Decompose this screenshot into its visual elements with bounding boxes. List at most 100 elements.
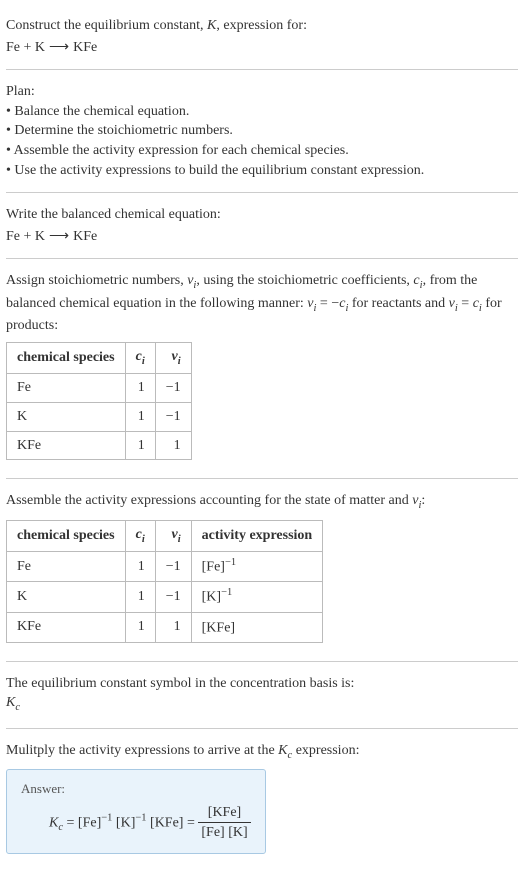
sub-i: i bbox=[142, 533, 145, 544]
table-header-row: chemical species ci νi activity expressi… bbox=[7, 520, 323, 551]
plan-heading: Plan: bbox=[6, 82, 518, 102]
fraction-numerator: [KFe] bbox=[198, 803, 250, 824]
plan-bullet: • Determine the stoichiometric numbers. bbox=[6, 121, 518, 141]
var-K: K bbox=[207, 18, 216, 33]
heading: Write the balanced chemical equation: bbox=[6, 205, 518, 225]
divider bbox=[6, 728, 518, 729]
species-fe: Fe bbox=[6, 229, 20, 244]
species-k: K bbox=[35, 229, 45, 244]
activity-heading: Assemble the activity expressions accoun… bbox=[6, 491, 518, 513]
table-header-row: chemical species ci νi bbox=[7, 342, 192, 373]
col-species: chemical species bbox=[7, 342, 126, 373]
col-c: ci bbox=[125, 342, 155, 373]
prompt-line: Construct the equilibrium constant, K, e… bbox=[6, 16, 518, 36]
text: , using the stoichiometric coefficients, bbox=[196, 273, 413, 288]
cell-species: K bbox=[7, 582, 126, 612]
table-row: K 1 −1 [K]−1 bbox=[7, 582, 323, 612]
sub-i: i bbox=[142, 356, 145, 367]
text: = − bbox=[316, 296, 339, 311]
cell-c: 1 bbox=[125, 612, 155, 642]
col-activity: activity expression bbox=[191, 520, 323, 551]
col-nu: νi bbox=[155, 342, 191, 373]
fraction: [KFe][Fe] [K] bbox=[198, 803, 250, 843]
var-K: K bbox=[49, 815, 58, 830]
activity-table: chemical species ci νi activity expressi… bbox=[6, 520, 323, 643]
arrow-icon: ⟶ bbox=[45, 229, 73, 244]
text: expression: bbox=[292, 743, 359, 758]
text: Assign stoichiometric numbers, bbox=[6, 273, 187, 288]
species-kfe: KFe bbox=[73, 229, 97, 244]
cell-nu: −1 bbox=[155, 582, 191, 612]
plan-bullet: • Balance the chemical equation. bbox=[6, 102, 518, 122]
base: [KFe] bbox=[202, 620, 235, 635]
table-row: Fe 1 −1 [Fe]−1 bbox=[7, 552, 323, 582]
table-row: KFe 1 1 bbox=[7, 431, 192, 460]
symbol-text: The equilibrium constant symbol in the c… bbox=[6, 674, 518, 694]
answer-label: Answer: bbox=[21, 780, 251, 798]
divider bbox=[6, 192, 518, 193]
cell-species: KFe bbox=[7, 431, 126, 460]
text: , expression for: bbox=[216, 18, 307, 33]
cell-nu: 1 bbox=[155, 612, 191, 642]
cell-nu: −1 bbox=[155, 374, 191, 403]
text: Mulitply the activity expressions to arr… bbox=[6, 743, 278, 758]
text: = bbox=[458, 296, 473, 311]
activity-section: Assemble the activity expressions accoun… bbox=[6, 483, 518, 657]
plan-bullet: • Assemble the activity expression for e… bbox=[6, 141, 518, 161]
arrow-icon: ⟶ bbox=[45, 40, 73, 55]
final-section: Mulitply the activity expressions to arr… bbox=[6, 733, 518, 868]
text: Assemble the activity expressions accoun… bbox=[6, 493, 412, 508]
cell-nu: −1 bbox=[155, 402, 191, 431]
cell-c: 1 bbox=[125, 374, 155, 403]
col-species: chemical species bbox=[7, 520, 126, 551]
col-c: ci bbox=[125, 520, 155, 551]
divider bbox=[6, 661, 518, 662]
sub-i: i bbox=[178, 533, 181, 544]
equals: = bbox=[63, 815, 78, 830]
base: [K] bbox=[202, 590, 221, 605]
species-k: K bbox=[35, 40, 45, 55]
reaction-equation: Fe + K⟶KFe bbox=[6, 38, 518, 58]
term-kfe: [KFe] bbox=[150, 815, 183, 830]
species-kfe: KFe bbox=[73, 40, 97, 55]
var-K: K bbox=[278, 743, 287, 758]
cell-c: 1 bbox=[125, 582, 155, 612]
symbol-section: The equilibrium constant symbol in the c… bbox=[6, 666, 518, 724]
answer-box: Answer: Kc = [Fe]−1 [K]−1 [KFe] = [KFe][… bbox=[6, 769, 266, 853]
plus: + bbox=[20, 40, 35, 55]
plan-bullet: • Use the activity expressions to build … bbox=[6, 161, 518, 181]
cell-species: K bbox=[7, 402, 126, 431]
divider bbox=[6, 478, 518, 479]
balanced-equation-section: Write the balanced chemical equation: Fe… bbox=[6, 197, 518, 254]
sub-c: c bbox=[15, 702, 20, 713]
cell-c: 1 bbox=[125, 552, 155, 582]
col-nu: νi bbox=[155, 520, 191, 551]
plan-section: Plan: • Balance the chemical equation. •… bbox=[6, 74, 518, 188]
cell-species: Fe bbox=[7, 374, 126, 403]
table-row: K 1 −1 bbox=[7, 402, 192, 431]
cell-c: 1 bbox=[125, 402, 155, 431]
cell-nu: −1 bbox=[155, 552, 191, 582]
sub-i: i bbox=[178, 356, 181, 367]
species-fe: Fe bbox=[6, 40, 20, 55]
cell-c: 1 bbox=[125, 431, 155, 460]
cell-activity: [KFe] bbox=[191, 612, 323, 642]
term-k: [K] bbox=[116, 815, 135, 830]
stoich-text: Assign stoichiometric numbers, νi, using… bbox=[6, 271, 518, 336]
var-K: K bbox=[6, 695, 15, 710]
table-row: KFe 1 1 [KFe] bbox=[7, 612, 323, 642]
exp: −1 bbox=[101, 812, 112, 823]
cell-species: Fe bbox=[7, 552, 126, 582]
cell-species: KFe bbox=[7, 612, 126, 642]
equals: = bbox=[183, 815, 198, 830]
exp: −1 bbox=[221, 587, 232, 598]
text: Construct the equilibrium constant, bbox=[6, 18, 207, 33]
problem-statement: Construct the equilibrium constant, K, e… bbox=[6, 8, 518, 65]
fraction-denominator: [Fe] [K] bbox=[198, 823, 250, 843]
table-row: Fe 1 −1 bbox=[7, 374, 192, 403]
divider bbox=[6, 258, 518, 259]
plus: + bbox=[20, 229, 35, 244]
kc-expression: Kc = [Fe]−1 [K]−1 [KFe] = [KFe][Fe] [K] bbox=[21, 803, 251, 843]
base: [Fe] bbox=[202, 560, 225, 575]
cell-activity: [K]−1 bbox=[191, 582, 323, 612]
